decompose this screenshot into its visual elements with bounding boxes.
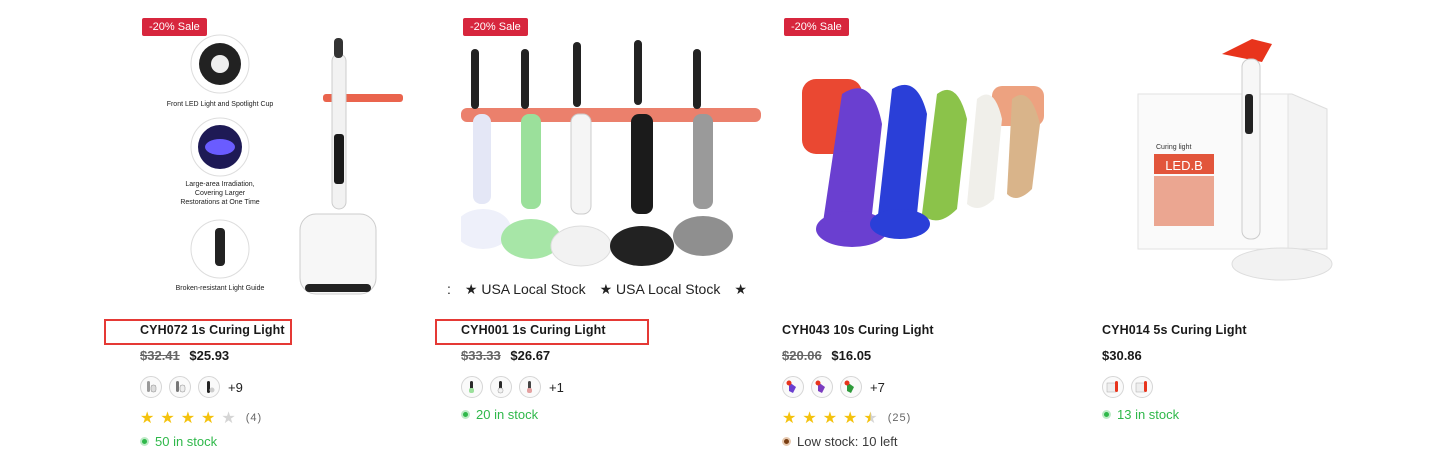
star-half-icon: ★ bbox=[863, 410, 878, 427]
box-brand-text: LED.B bbox=[1165, 158, 1203, 173]
in-stock-dot-icon bbox=[1102, 410, 1111, 419]
star-icon: ★ bbox=[160, 410, 175, 427]
more-variants-count[interactable]: +7 bbox=[870, 380, 885, 395]
original-price: $33.33 bbox=[461, 348, 501, 363]
product-card[interactable]: -20% Sale CYH043 10s Curing Light $20.06… bbox=[782, 0, 1082, 474]
variant-swatch[interactable] bbox=[490, 376, 512, 398]
variant-swatches bbox=[1102, 376, 1153, 398]
stock-status: 20 in stock bbox=[461, 407, 538, 422]
more-variants-count[interactable]: +1 bbox=[549, 380, 564, 395]
variant-swatch[interactable] bbox=[140, 376, 162, 398]
review-count[interactable]: (25) bbox=[888, 412, 912, 424]
variant-swatch[interactable] bbox=[1102, 376, 1124, 398]
star-icon: ★ bbox=[201, 410, 216, 427]
feature-label: Covering Larger bbox=[195, 190, 246, 197]
star-icon: ★ bbox=[140, 410, 155, 427]
variant-swatch[interactable] bbox=[519, 376, 541, 398]
variant-swatch[interactable] bbox=[811, 376, 833, 398]
star-icon: ★ bbox=[822, 410, 838, 427]
product-image[interactable]: LED.B Curing light bbox=[1102, 14, 1402, 304]
sale-price: $26.67 bbox=[510, 348, 551, 363]
variant-swatches: +1 bbox=[461, 376, 564, 398]
highlight-box bbox=[435, 319, 649, 345]
box-label-text: Curing light bbox=[1156, 144, 1191, 151]
star-icon: ★ bbox=[782, 410, 797, 427]
variant-swatch[interactable] bbox=[782, 376, 804, 398]
stock-label: 20 in stock bbox=[476, 407, 539, 422]
product-card[interactable]: -20% Sale:★ USA Local Stock ★ USA Local… bbox=[435, 0, 761, 474]
product-image[interactable]: -20% Sale bbox=[461, 14, 761, 304]
highlight-box bbox=[104, 319, 292, 345]
product-title[interactable]: CYH043 10s Curing Light bbox=[782, 323, 934, 337]
star-empty-icon: ★ bbox=[221, 410, 236, 427]
price-row: $20.06 $16.05 bbox=[782, 348, 871, 363]
stock-label: 13 in stock bbox=[1117, 407, 1180, 422]
in-stock-dot-icon bbox=[461, 410, 470, 419]
sale-price: $25.93 bbox=[189, 348, 230, 363]
stock-label: 50 in stock bbox=[155, 434, 218, 449]
stock-label: Low stock: 10 left bbox=[797, 434, 898, 449]
variant-swatch[interactable] bbox=[169, 376, 191, 398]
star-icon: ★ bbox=[802, 410, 817, 427]
rating-stars: ★ ★ ★ ★ ★ (4) bbox=[140, 408, 262, 428]
rating-stars: ★ ★ ★ ★ ★ (25) bbox=[782, 408, 911, 428]
price-row: $32.41 $25.93 bbox=[140, 348, 229, 363]
curing-light-image: LED.B Curing light bbox=[1137, 39, 1333, 281]
variant-swatches: +7 bbox=[782, 376, 885, 398]
product-image[interactable]: -20% Sale bbox=[782, 14, 1082, 304]
stock-status: 13 in stock bbox=[1102, 407, 1179, 422]
product-title[interactable]: CYH014 5s Curing Light bbox=[1102, 323, 1247, 337]
stock-status: 50 in stock bbox=[140, 434, 217, 449]
sale-price: $16.05 bbox=[831, 348, 872, 363]
price-row: $33.33 $26.67 bbox=[461, 348, 550, 363]
price-row: $30.86 bbox=[1102, 348, 1142, 363]
original-price: $32.41 bbox=[140, 348, 180, 363]
sale-badge: -20% Sale bbox=[784, 18, 849, 36]
variant-swatch[interactable] bbox=[1131, 376, 1153, 398]
more-variants-count[interactable]: +9 bbox=[228, 380, 243, 395]
marquee-text: : bbox=[447, 281, 451, 297]
variant-swatches: +9 bbox=[140, 376, 243, 398]
price: $30.86 bbox=[1102, 348, 1142, 363]
sale-badge: -20% Sale bbox=[142, 18, 207, 36]
product-card[interactable]: -20% Sale Front LED Light and Spotlight … bbox=[104, 0, 440, 474]
curing-light-image bbox=[461, 40, 761, 267]
stock-status: Low stock: 10 left bbox=[782, 434, 897, 449]
marquee-text: ★ bbox=[734, 281, 747, 297]
variant-swatch[interactable] bbox=[198, 376, 220, 398]
in-stock-dot-icon bbox=[140, 437, 149, 446]
feature-label: Front LED Light and Spotlight Cup bbox=[167, 101, 274, 108]
feature-label: Large-area Irradiation, bbox=[185, 181, 254, 188]
feature-label: Broken-resistant Light Guide bbox=[176, 285, 265, 292]
star-icon: ★ bbox=[180, 410, 196, 427]
variant-swatch[interactable] bbox=[840, 376, 862, 398]
star-icon: ★ bbox=[843, 410, 858, 427]
low-stock-dot-icon bbox=[782, 437, 791, 446]
feature-label: Restorations at One Time bbox=[180, 199, 259, 206]
curing-light-image bbox=[802, 79, 1044, 247]
marquee-text: ★ USA Local Stock bbox=[599, 281, 721, 297]
review-count[interactable]: (4) bbox=[246, 412, 262, 424]
marquee-text: ★ USA Local Stock bbox=[464, 281, 586, 297]
curing-light-image: Front LED Light and Spotlight Cup Large-… bbox=[167, 34, 403, 295]
product-image[interactable]: -20% Sale Front LED Light and Spotlight … bbox=[140, 14, 440, 304]
product-card[interactable]: LED.B Curing light CYH014 5s Curing Ligh… bbox=[1102, 0, 1402, 474]
variant-swatch[interactable] bbox=[461, 376, 483, 398]
sale-badge: -20% Sale bbox=[463, 18, 528, 36]
usa-stock-marquee: : ★ USA Local Stock ★ USA Local Stock ★ bbox=[447, 281, 761, 301]
original-price: $20.06 bbox=[782, 348, 822, 363]
